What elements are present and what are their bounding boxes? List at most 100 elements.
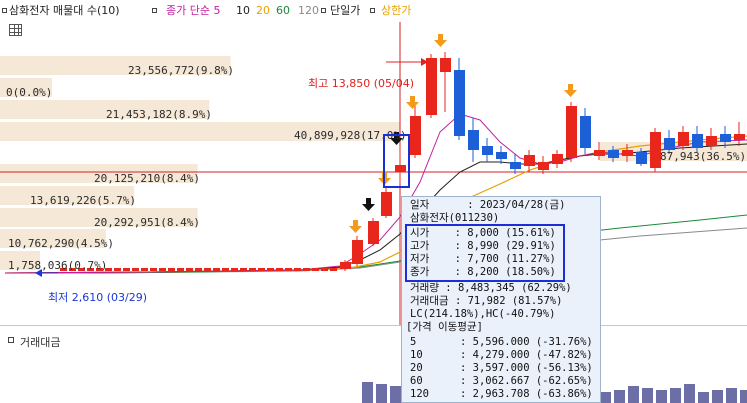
amount-bar: [726, 388, 737, 403]
candle-body: [692, 134, 703, 148]
amount-bar: [670, 388, 681, 403]
candle-body: [538, 162, 549, 170]
candle-body: [510, 162, 521, 169]
amount-bar: [390, 386, 401, 403]
amount-bar: [642, 388, 653, 403]
candle-body: [231, 268, 238, 271]
candle-body: [381, 192, 392, 216]
trading-amount-panel[interactable]: 거래대금: [0, 325, 747, 403]
candle-body: [195, 268, 202, 271]
legend-item-ma120[interactable]: 120: [298, 5, 319, 17]
candle-body: [678, 132, 689, 146]
candle-body: [566, 106, 577, 158]
candle-body: [276, 268, 283, 271]
arrow-down-icon: [406, 102, 419, 109]
candle-body: [468, 130, 479, 150]
profile-label: 20,125,210(8.4%): [94, 172, 200, 185]
amount-bar: [614, 390, 625, 403]
amount-bar: [600, 392, 611, 403]
candle-body: [622, 150, 633, 156]
candle-body: [580, 116, 591, 148]
legend-item-ma20[interactable]: 20: [256, 5, 270, 17]
arrow-down-icon: [366, 198, 371, 204]
info-ma10: 10: 4,279.000 (-47.82%): [410, 349, 593, 361]
legend-item-ma60[interactable]: 60: [276, 5, 290, 17]
profile-label: 13,619,226(5.7%): [30, 194, 136, 207]
candle-body: [706, 136, 717, 146]
low-price-label: 최저 2,610 (03/29): [48, 291, 148, 304]
arrow-down-icon: [362, 204, 375, 211]
legend-checkbox[interactable]: [321, 8, 326, 13]
legend-item-ma5[interactable]: 종가 단순 5: [166, 5, 220, 17]
profile-label: 0(0.0%): [6, 86, 53, 99]
candle-body: [496, 152, 507, 159]
candle-body: [352, 240, 363, 264]
amount-bar: [712, 390, 723, 403]
arrow-down-icon: [438, 34, 443, 40]
candle-body: [123, 268, 130, 271]
candle-body: [664, 138, 675, 150]
info-lchc: LC(214.18%),HC(-40.79%): [410, 308, 556, 320]
info-date: 일자 : 2023/04/28(금): [410, 199, 566, 211]
candle-body: [150, 268, 157, 271]
profile-label: 23,556,772(9.8%): [128, 64, 234, 77]
candle-body: [312, 268, 319, 271]
candle-body: [177, 268, 184, 271]
candle-body: [608, 150, 619, 158]
candle-body: [258, 268, 265, 271]
info-stock-name: 삼화전자(011230): [410, 212, 500, 224]
candle-body: [222, 268, 229, 271]
candle-body: [186, 268, 193, 271]
arrow-down-icon: [410, 96, 415, 102]
arrow-down-icon: [564, 90, 577, 97]
candle-body: [168, 268, 175, 271]
legend-checkbox[interactable]: [370, 8, 375, 13]
amount-bar: [362, 382, 373, 403]
profile-label-right: 87,943(36.5%): [660, 150, 747, 163]
legend-item-ma10[interactable]: 10: [236, 5, 250, 17]
legend-bar: 삼화전자 매물대 수(10) 종가 단순 5 10 20 60 120 단일가 …: [0, 0, 747, 22]
info-amount: 거래대금 : 71,982 (81.57%): [410, 295, 563, 307]
amount-bar: [684, 384, 695, 403]
legend-item-volume-profile[interactable]: 삼화전자 매물대 수(10): [9, 5, 120, 17]
amount-bar: [656, 390, 667, 403]
candle-body: [340, 262, 351, 269]
candle-body: [720, 134, 731, 142]
candle-body: [482, 146, 493, 155]
high-price-label: 최고 13,850 (05/04): [308, 77, 415, 90]
candle-body: [734, 134, 745, 140]
candle-body: [240, 268, 247, 271]
legend-item-upper-limit[interactable]: 상한가: [381, 5, 411, 17]
price-chart[interactable]: 23,556,772(9.8%) 0(0.0%) 21,453,182(8.9%…: [0, 22, 747, 325]
candle-body: [321, 268, 328, 271]
candle-body: [552, 154, 563, 164]
candle-body: [410, 116, 421, 155]
legend-checkbox[interactable]: [152, 8, 157, 13]
candle-body: [440, 58, 451, 72]
candle-body: [114, 268, 121, 271]
profile-label: 1,758,036(0.7%): [8, 259, 108, 272]
candle-body: [426, 58, 437, 115]
arrow-down-icon: [353, 220, 358, 226]
info-ma5: 5: 5,596.000 (-31.76%): [410, 336, 593, 348]
candle-body: [267, 268, 274, 271]
arrow-down-icon: [434, 40, 447, 47]
arrow-down-icon: [349, 226, 362, 233]
amount-bar: [698, 392, 709, 403]
candle-body: [524, 155, 535, 166]
profile-label: 21,453,182(8.9%): [106, 108, 212, 121]
profile-label: 20,292,951(8.4%): [94, 216, 200, 229]
candle-body: [294, 268, 301, 271]
ohlc-highlight-box: [405, 224, 565, 282]
candle-body: [159, 268, 166, 271]
amount-bar: [628, 386, 639, 403]
legend-checkbox[interactable]: [2, 8, 7, 13]
legend-item-single-price[interactable]: 단일가: [330, 5, 360, 17]
candle-body: [330, 268, 337, 271]
info-ma120: 120: 2,963.708 (-63.86%): [410, 388, 593, 400]
candle-body: [636, 152, 647, 164]
arrow-down-icon: [568, 84, 573, 90]
profile-label: 10,762,290(4.5%): [8, 237, 114, 250]
info-ma60: 60: 3,062.667 (-62.65%): [410, 375, 593, 387]
amount-bar: [376, 384, 387, 403]
